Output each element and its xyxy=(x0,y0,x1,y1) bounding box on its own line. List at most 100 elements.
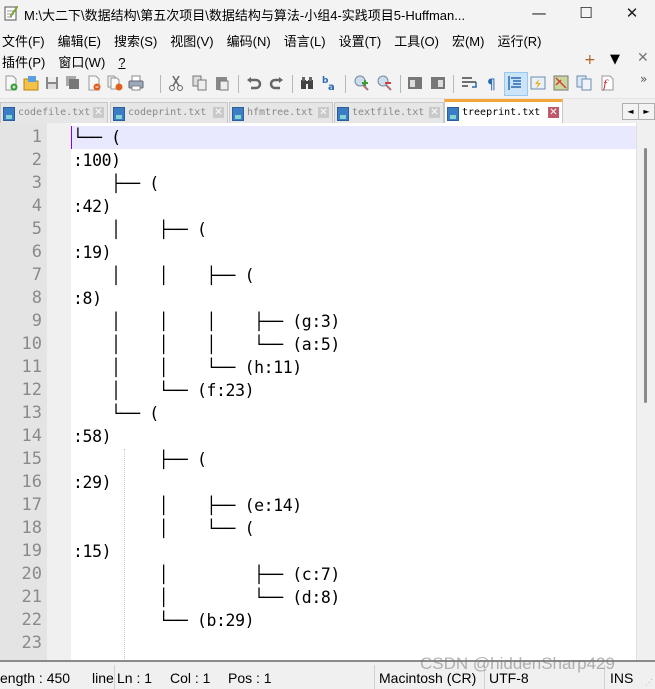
editor-line[interactable]: 18 │ └── ( xyxy=(0,517,636,540)
editor-line[interactable]: 22 └── (b:29) xyxy=(0,609,636,632)
replace-icon[interactable]: ba xyxy=(322,75,338,91)
editor-line[interactable]: 14:58) xyxy=(0,425,636,448)
open-file-icon[interactable] xyxy=(23,75,39,91)
editor-line[interactable]: 19:15) xyxy=(0,540,636,563)
tab-label: textfile.txt xyxy=(352,107,425,118)
menu-run[interactable]: 运行(R) xyxy=(497,31,541,50)
tab-bar: codefile.txt ✕ codeprint.txt ✕ hfmtree.t… xyxy=(0,99,655,125)
tab-treeprint[interactable]: treeprint.txt ✕ xyxy=(444,99,563,125)
editor-line[interactable]: 7 │ │ ├── ( xyxy=(0,264,636,287)
editor[interactable]: 1 └── (2:100) 3 ├── (4:42) 5 │ ├── (6:19) 7 … xyxy=(0,123,636,660)
cut-icon[interactable] xyxy=(168,75,184,91)
zoom-out-icon[interactable] xyxy=(377,75,393,91)
menu-tools[interactable]: 工具(O) xyxy=(394,31,439,50)
save-all-icon[interactable] xyxy=(65,75,81,91)
menu-language[interactable]: 语言(L) xyxy=(284,31,326,50)
editor-line[interactable]: 20 │ ├── (c:7) xyxy=(0,563,636,586)
editor-line[interactable]: 8:8) xyxy=(0,287,636,310)
editor-line[interactable]: 10 │ │ │ └── (a:5) xyxy=(0,333,636,356)
tab-scroll-right-button[interactable]: ► xyxy=(638,103,655,120)
editor-line[interactable]: 2:100) xyxy=(0,149,636,172)
menu-window[interactable]: 窗口(W) xyxy=(58,52,105,71)
undo-icon[interactable] xyxy=(246,75,262,91)
line-text: :100) xyxy=(73,151,121,170)
tab-close-icon[interactable]: ✕ xyxy=(213,107,224,118)
editor-line[interactable]: 3 ├── ( xyxy=(0,172,636,195)
maximize-button[interactable]: ☐ xyxy=(563,0,609,28)
add-document-button[interactable]: + xyxy=(584,52,596,68)
line-text: :19) xyxy=(73,243,112,262)
paste-icon[interactable] xyxy=(214,75,230,91)
sync-horizontal-scroll-icon[interactable] xyxy=(430,75,446,91)
document-list-button[interactable]: ▼ xyxy=(610,52,620,67)
document-map-icon[interactable] xyxy=(553,75,569,91)
tab-hfmtree[interactable]: hfmtree.txt ✕ xyxy=(229,102,333,123)
vertical-scrollbar-thumb[interactable] xyxy=(644,148,647,403)
close-all-icon[interactable] xyxy=(107,75,123,91)
close-file-icon[interactable] xyxy=(86,75,102,91)
tab-codeprint[interactable]: codeprint.txt ✕ xyxy=(110,102,228,123)
tab-close-icon[interactable]: ✕ xyxy=(93,107,104,118)
menu-macro[interactable]: 宏(M) xyxy=(452,31,485,50)
editor-line[interactable]: 13 └── ( xyxy=(0,402,636,425)
file-saved-icon xyxy=(113,107,125,121)
editor-line[interactable]: 9 │ │ │ ├── (g:3) xyxy=(0,310,636,333)
tab-close-icon[interactable]: ✕ xyxy=(318,107,329,118)
new-file-icon[interactable] xyxy=(3,75,19,91)
close-document-button[interactable]: ✕ xyxy=(637,50,649,66)
editor-line[interactable]: 12 │ └── (f:23) xyxy=(0,379,636,402)
show-all-characters-icon[interactable]: ¶ xyxy=(484,75,500,91)
line-text: │ └── ( xyxy=(73,519,255,538)
tab-close-icon[interactable]: ✕ xyxy=(548,107,559,118)
minimize-button[interactable]: — xyxy=(516,0,562,28)
print-icon[interactable] xyxy=(128,75,144,91)
zoom-in-icon[interactable] xyxy=(354,75,370,91)
editor-line[interactable]: 6:19) xyxy=(0,241,636,264)
document-list-icon[interactable] xyxy=(576,75,592,91)
tab-close-icon[interactable]: ✕ xyxy=(429,107,440,118)
file-saved-icon xyxy=(447,107,459,121)
word-wrap-icon[interactable] xyxy=(461,75,477,91)
find-icon[interactable] xyxy=(299,75,315,91)
save-icon[interactable] xyxy=(44,75,60,91)
editor-line[interactable]: 21 │ └── (d:8) xyxy=(0,586,636,609)
menu-edit[interactable]: 编辑(E) xyxy=(58,31,101,50)
tab-scroll-left-button[interactable]: ◄ xyxy=(622,103,639,120)
file-saved-icon xyxy=(3,107,15,121)
sync-vertical-scroll-icon[interactable] xyxy=(407,75,423,91)
resize-grip-icon[interactable]: ⋰ xyxy=(645,678,653,687)
editor-line[interactable]: 11 │ │ └── (h:11) xyxy=(0,356,636,379)
status-separator xyxy=(374,665,375,689)
editor-line[interactable]: 5 │ ├── ( xyxy=(0,218,636,241)
editor-line[interactable]: 15 ├── ( xyxy=(0,448,636,471)
editor-line[interactable]: 23 xyxy=(0,632,636,655)
line-number: 18 xyxy=(21,518,42,538)
vertical-scrollbar[interactable] xyxy=(636,123,654,660)
editor-line[interactable]: 1 └── ( xyxy=(0,126,636,149)
toolbar-overflow-button[interactable]: » xyxy=(640,72,647,86)
menu-file[interactable]: 文件(F) xyxy=(2,31,45,50)
line-number: 22 xyxy=(21,610,42,630)
copy-icon[interactable] xyxy=(192,75,208,91)
menu-plugins[interactable]: 插件(P) xyxy=(2,52,45,71)
user-defined-language-icon[interactable] xyxy=(530,75,546,91)
tab-label: codefile.txt xyxy=(18,107,91,118)
menu-settings[interactable]: 设置(T) xyxy=(339,31,382,50)
menu-row-1: 文件(F) 编辑(E) 搜索(S) 视图(V) 编码(N) 语言(L) 设置(T) 工具(O)… xyxy=(2,31,555,51)
editor-line[interactable]: 17 │ ├── (e:14) xyxy=(0,494,636,517)
menu-encoding[interactable]: 编码(N) xyxy=(227,31,271,50)
indent-guide-icon[interactable] xyxy=(507,75,523,91)
tab-textfile[interactable]: textfile.txt ✕ xyxy=(334,102,444,123)
tab-codefile[interactable]: codefile.txt ✕ xyxy=(0,102,108,123)
menu-help[interactable]: ? xyxy=(118,55,125,70)
toolbar: ba ¶ f » xyxy=(0,70,655,99)
function-list-icon[interactable]: f xyxy=(599,75,615,91)
tab-label: treeprint.txt xyxy=(462,107,541,118)
editor-line[interactable]: 4:42) xyxy=(0,195,636,218)
redo-icon[interactable] xyxy=(268,75,284,91)
menu-view[interactable]: 视图(V) xyxy=(170,31,213,50)
close-window-button[interactable]: ✕ xyxy=(609,0,655,28)
menu-search[interactable]: 搜索(S) xyxy=(114,31,157,50)
editor-line[interactable]: 16:29) xyxy=(0,471,636,494)
line-number: 8 xyxy=(31,288,42,308)
